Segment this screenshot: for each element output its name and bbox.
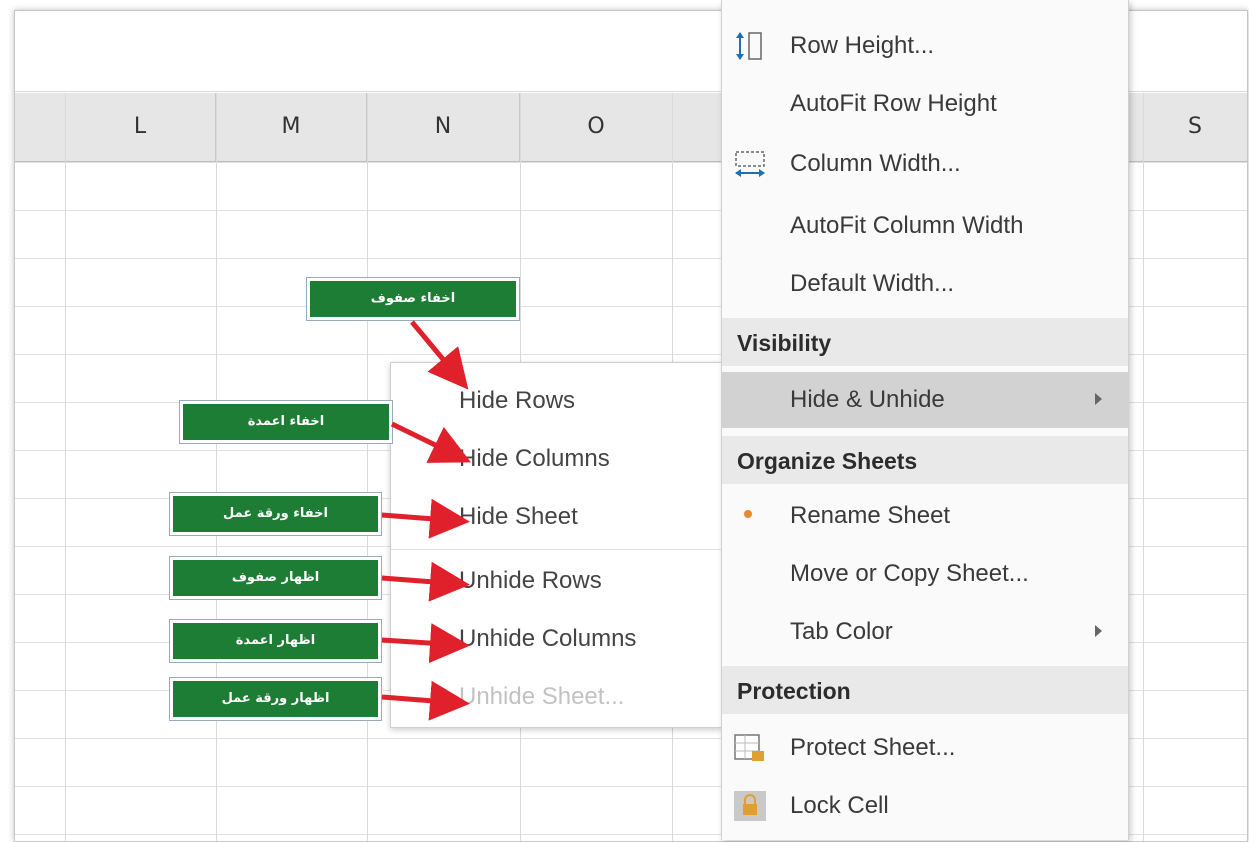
protect-sheet-label: Protect Sheet... xyxy=(790,734,956,761)
submenu-arrow-icon xyxy=(1095,393,1102,405)
row-height-item[interactable]: Row Height... xyxy=(722,18,1128,74)
tab-color-label: Tab Color xyxy=(790,618,893,645)
unhide-rows-item[interactable]: Unhide Rows xyxy=(391,551,723,609)
tab-color-item[interactable]: Tab Color xyxy=(722,604,1128,660)
submenu-arrow-icon xyxy=(1095,625,1102,637)
section-protection-label: Protection xyxy=(737,678,851,704)
unhide-sheet-item: Unhide Sheet... xyxy=(391,667,723,725)
hide-rows-item[interactable]: Hide Rows xyxy=(391,371,723,429)
grid-line xyxy=(216,93,217,841)
hide-unhide-submenu: Hide Rows Hide Columns Hide Sheet Unhide… xyxy=(390,362,724,728)
annotation-hide-rows: اخفاء صفوف xyxy=(307,278,519,320)
grid-line xyxy=(1143,93,1144,841)
annotation-unhide-rows: اظهار صفوف xyxy=(170,557,381,599)
column-header-N[interactable]: N xyxy=(367,93,520,161)
autofit-column-width-label: AutoFit Column Width xyxy=(790,212,1024,239)
unhide-columns-item[interactable]: Unhide Columns xyxy=(391,609,723,667)
hide-columns-item[interactable]: Hide Columns xyxy=(391,429,723,487)
annotation-unhide-columns: اظهار اعمدة xyxy=(170,620,381,662)
hide-sheet-item[interactable]: Hide Sheet xyxy=(391,487,723,545)
column-width-label: Column Width... xyxy=(790,150,961,177)
row-height-icon xyxy=(736,32,762,60)
grid-line xyxy=(367,93,368,841)
rename-sheet-item[interactable]: Rename Sheet xyxy=(722,488,1128,544)
column-width-item[interactable]: Column Width... xyxy=(722,136,1128,192)
submenu-divider xyxy=(391,549,723,550)
rename-sheet-label: Rename Sheet xyxy=(790,502,951,529)
column-width-icon xyxy=(735,151,765,177)
move-copy-sheet-label: Move or Copy Sheet... xyxy=(790,560,1029,587)
section-protection: Protection xyxy=(722,666,1128,714)
column-header-S[interactable]: S xyxy=(1143,93,1247,161)
grid-line xyxy=(65,93,66,841)
section-organize-sheets: Organize Sheets xyxy=(722,436,1128,484)
default-width-item[interactable]: Default Width... xyxy=(722,256,1128,312)
section-visibility-label: Visibility xyxy=(737,330,832,356)
row-height-label: Row Height... xyxy=(790,32,935,59)
unhide-sheet-label: Unhide Sheet... xyxy=(459,683,625,710)
lock-cell-item[interactable]: Lock Cell xyxy=(722,778,1128,834)
autofit-column-width-item[interactable]: AutoFit Column Width xyxy=(722,198,1128,254)
column-header-L[interactable]: L xyxy=(65,93,216,161)
hide-rows-label: Hide Rows xyxy=(459,387,576,414)
annotation-hide-columns: اخفاء اعمدة xyxy=(180,401,392,443)
annotation-unhide-sheet: اظهار ورقة عمل xyxy=(170,678,381,720)
hide-unhide-label: Hide & Unhide xyxy=(790,386,945,413)
autofit-row-height-label: AutoFit Row Height xyxy=(790,90,997,117)
unhide-rows-label: Unhide Rows xyxy=(459,567,602,594)
protect-sheet-icon xyxy=(734,734,764,761)
section-visibility: Visibility xyxy=(722,318,1128,366)
screenshot-frame: L M N O S Hide Rows Hide Columns Hide Sh… xyxy=(0,0,1249,842)
lock-cell-label: Lock Cell xyxy=(790,792,889,819)
protect-sheet-item[interactable]: Protect Sheet... xyxy=(722,720,1128,776)
column-header-M[interactable]: M xyxy=(216,93,367,161)
lock-cell-icon xyxy=(734,791,766,821)
hide-sheet-label: Hide Sheet xyxy=(459,503,578,530)
unhide-columns-label: Unhide Columns xyxy=(459,625,637,652)
column-header-O[interactable]: O xyxy=(520,93,673,161)
default-width-label: Default Width... xyxy=(790,270,955,297)
autofit-row-height-item[interactable]: AutoFit Row Height xyxy=(722,76,1128,132)
section-organize-label: Organize Sheets xyxy=(737,448,918,474)
hide-unhide-item[interactable]: Hide & Unhide xyxy=(722,372,1128,428)
annotation-hide-sheet: اخفاء ورقة عمل xyxy=(170,493,381,535)
hide-columns-label: Hide Columns xyxy=(459,445,610,472)
format-menu: Row Height... AutoFit Row Height Column … xyxy=(721,0,1129,840)
move-copy-sheet-item[interactable]: Move or Copy Sheet... xyxy=(722,546,1128,602)
rename-sheet-icon xyxy=(744,510,752,518)
